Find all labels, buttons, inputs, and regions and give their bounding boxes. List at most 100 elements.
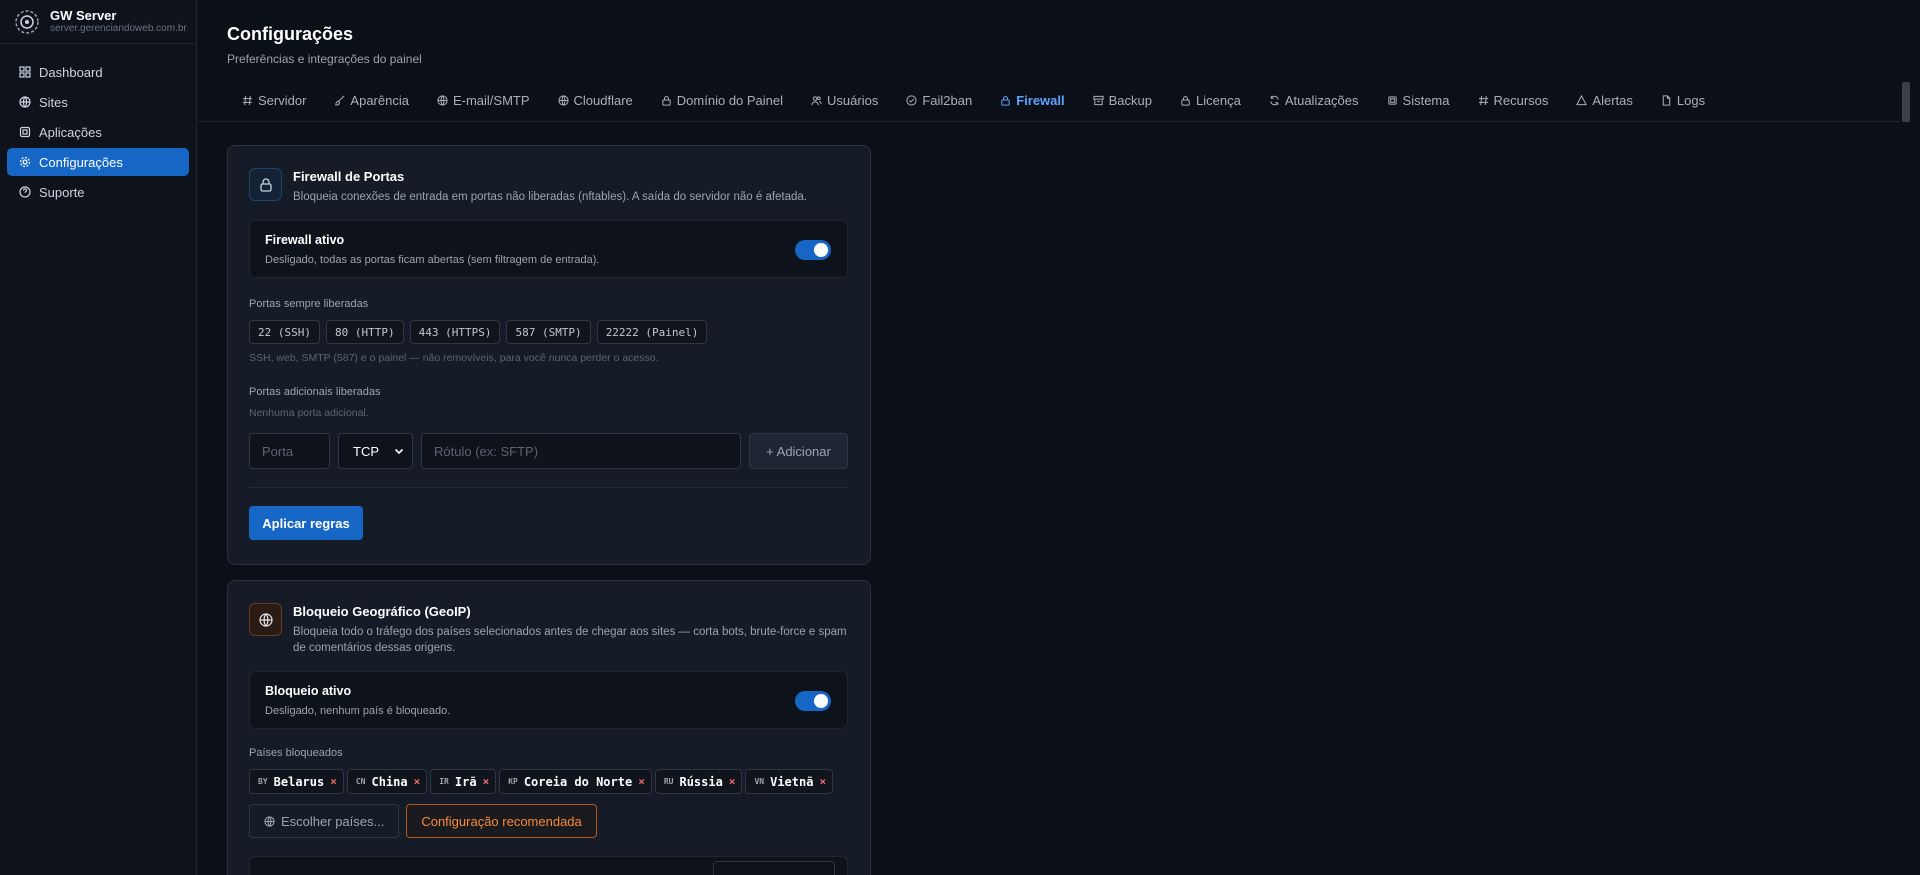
tab-firewall[interactable]: Firewall — [1000, 80, 1065, 122]
remove-icon[interactable]: × — [729, 775, 736, 788]
page-header: Configurações Preferências e integrações… — [198, 0, 1910, 80]
alert-icon — [1576, 95, 1588, 106]
tab-cloudflare[interactable]: Cloudflare — [557, 80, 633, 122]
geoip-actions: Escolher países... Configuração recomend… — [249, 804, 870, 838]
tab-fail2ban[interactable]: Fail2ban — [906, 80, 972, 122]
remove-icon[interactable]: × — [483, 775, 490, 788]
sidebar-nav: Dashboard Sites Aplicações Configurações… — [0, 44, 196, 206]
extra-ports-empty: Nenhuma porta adicional. — [249, 407, 369, 419]
tab-label: Servidor — [258, 93, 307, 108]
globe-icon — [19, 96, 31, 108]
apply-rules-button[interactable]: Aplicar regras — [249, 506, 363, 540]
port-chip: 22222 (Painel) — [596, 320, 708, 344]
add-port-button[interactable]: + Adicionar — [749, 433, 848, 469]
scrollbar-thumb[interactable] — [1902, 82, 1910, 122]
country-name: Irã — [454, 774, 477, 789]
add-port-row: TCP + Adicionar — [249, 433, 870, 469]
tab-dominio-do-painel[interactable]: Domínio do Painel — [661, 80, 783, 122]
sidebar-item-label: Suporte — [39, 184, 85, 200]
country-code: RU — [663, 777, 674, 786]
blocked-countries-label: Países bloqueados — [249, 747, 343, 759]
firewall-toggle-row: Firewall ativo Desligado, todas as porta… — [249, 220, 848, 278]
brush-icon — [335, 95, 345, 106]
country-chip: RU Rússia × — [654, 769, 743, 794]
geoip-card-header: Bloqueio Geográfico (GeoIP) Bloqueia tod… — [228, 581, 870, 656]
tab-email-smtp[interactable]: E-mail/SMTP — [437, 80, 530, 122]
file-icon — [1662, 95, 1671, 106]
country-name: China — [371, 774, 408, 789]
label-input[interactable] — [421, 433, 741, 469]
firewall-toggle-title: Firewall ativo — [265, 233, 345, 247]
country-name: Coreia do Norte — [523, 774, 633, 789]
remove-icon[interactable]: × — [819, 775, 826, 788]
firewall-title: Firewall de Portas — [293, 169, 405, 184]
page-subtitle: Preferências e integrações do painel — [227, 52, 422, 66]
remove-icon[interactable]: × — [414, 775, 421, 788]
sidebar-item-dashboard[interactable]: Dashboard — [7, 58, 189, 86]
sidebar-item-label: Configurações — [39, 154, 123, 170]
tab-label: Alertas — [1592, 93, 1633, 108]
tab-label: Domínio do Painel — [676, 93, 784, 108]
geoip-title: Bloqueio Geográfico (GeoIP) — [293, 604, 471, 619]
sidebar: GW Server server.gerenciandoweb.com.br D… — [0, 0, 197, 875]
country-code: IR — [439, 777, 449, 786]
tab-alertas[interactable]: Alertas — [1576, 80, 1633, 122]
tab-label: Usuários — [827, 93, 879, 108]
geoip-extra-button[interactable] — [713, 861, 835, 875]
sidebar-item-configuracoes[interactable]: Configurações — [7, 148, 189, 176]
tab-atualizacoes[interactable]: Atualizações — [1269, 80, 1359, 122]
firewall-toggle-desc: Desligado, todas as portas ficam abertas… — [265, 254, 600, 266]
page-title: Configurações — [227, 24, 354, 44]
geoip-toggle-switch[interactable] — [795, 691, 831, 711]
globe-icon — [249, 603, 282, 636]
protocol-select[interactable]: TCP — [338, 433, 413, 469]
shield-icon — [906, 95, 917, 106]
country-chip: CN China × — [346, 769, 428, 794]
geoip-extra-row — [249, 856, 848, 875]
globe-icon — [264, 815, 275, 827]
scrollbar-track[interactable] — [1900, 0, 1910, 875]
tab-sistema[interactable]: Sistema — [1387, 80, 1450, 122]
country-name: Belarus — [273, 774, 325, 789]
lock-icon — [662, 96, 671, 106]
always-open-ports: 22 (SSH) 80 (HTTP) 443 (HTTPS) 587 (SMTP… — [249, 320, 870, 344]
brand-name: GW Server — [50, 7, 117, 23]
main-content: Configurações Preferências e integrações… — [198, 0, 1910, 875]
tab-usuarios[interactable]: Usuários — [811, 80, 878, 122]
geoip-toggle-row: Bloqueio ativo Desligado, nenhum país é … — [249, 671, 848, 729]
geoip-toggle-desc: Desligado, nenhum país é bloqueado. — [265, 705, 451, 717]
tab-aparencia[interactable]: Aparência — [334, 80, 409, 122]
country-code: CN — [355, 777, 366, 786]
tab-label: Logs — [1676, 93, 1706, 108]
country-name: Rússia — [679, 774, 723, 789]
blocked-countries: BY Belarus × CN China × IR Irã × KP Coreia do N… — [249, 769, 870, 794]
tab-licenca[interactable]: Licença — [1180, 80, 1241, 122]
sidebar-item-suporte[interactable]: Suporte — [7, 178, 189, 206]
remove-icon[interactable]: × — [330, 775, 337, 788]
port-chip: 80 (HTTP) — [325, 320, 404, 344]
gw-logo-icon — [15, 9, 39, 34]
recommended-config-button[interactable]: Configuração recomendada — [406, 804, 597, 838]
tab-label: E-mail/SMTP — [452, 93, 530, 108]
port-input[interactable] — [249, 433, 330, 469]
firewall-toggle-switch[interactable] — [795, 240, 831, 260]
tab-label: Cloudflare — [573, 93, 633, 108]
grid-icon — [19, 66, 31, 78]
sidebar-item-label: Dashboard — [39, 64, 103, 80]
tab-servidor[interactable]: Servidor — [242, 80, 306, 122]
divider — [249, 487, 848, 488]
sidebar-item-label: Sites — [39, 94, 68, 110]
tab-logs[interactable]: Logs — [1661, 80, 1705, 122]
brand[interactable]: GW Server server.gerenciandoweb.com.br — [0, 0, 196, 44]
tab-recursos[interactable]: Recursos — [1478, 80, 1548, 122]
sidebar-item-label: Aplicações — [39, 124, 102, 140]
lock-icon — [1181, 96, 1190, 106]
remove-icon[interactable]: × — [638, 775, 645, 788]
tab-label: Fail2ban — [922, 93, 973, 108]
sidebar-item-sites[interactable]: Sites — [7, 88, 189, 116]
country-name: Vietnã — [770, 774, 814, 789]
tab-backup[interactable]: Backup — [1093, 80, 1152, 122]
choose-countries-button[interactable]: Escolher países... — [249, 804, 400, 838]
sidebar-item-aplicacoes[interactable]: Aplicações — [7, 118, 189, 146]
hash-icon — [1478, 95, 1488, 106]
